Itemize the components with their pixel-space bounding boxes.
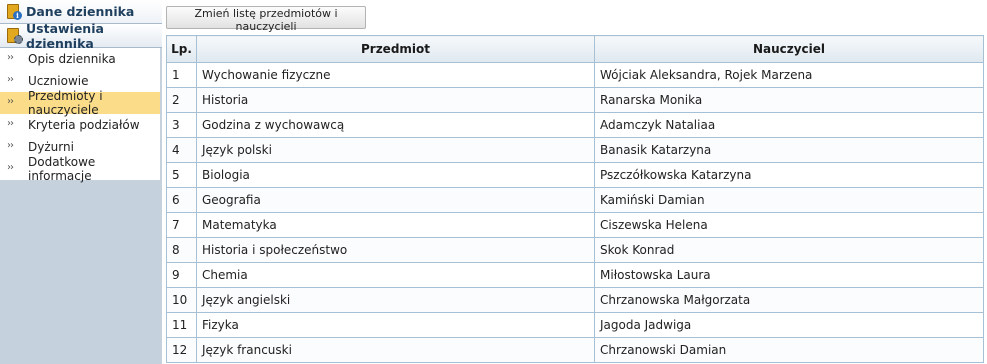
sidebar-item-label: Opis dziennika xyxy=(28,52,116,66)
change-subjects-teachers-button[interactable]: Zmień listę przedmiotów i nauczycieli xyxy=(166,6,366,33)
cell-subject: Język angielski xyxy=(196,287,595,313)
cell-lp: 2 xyxy=(166,87,197,113)
table-row[interactable]: 9 Chemia Miłostowska Laura xyxy=(166,262,984,288)
cell-teacher: Wójciak Aleksandra, Rojek Marzena xyxy=(594,62,984,88)
sidebar-item-label: Dodatkowe informacje xyxy=(28,155,96,183)
table-row[interactable]: 2 Historia Ranarska Monika xyxy=(166,87,984,113)
cell-lp: 4 xyxy=(166,137,197,163)
cell-lp: 3 xyxy=(166,112,197,138)
cell-teacher: Chrzanowska Małgorzata xyxy=(594,287,984,313)
cell-lp: 12 xyxy=(166,337,197,363)
cell-teacher: Ranarska Monika xyxy=(594,87,984,113)
cell-subject: Chemia xyxy=(196,262,595,288)
sidebar-header-label: Dane dziennika xyxy=(26,4,135,19)
cell-subject: Geografia xyxy=(196,187,595,213)
cell-subject: Język francuski xyxy=(196,337,595,363)
sidebar: i Dane dziennika Ustawienia dziennika ››… xyxy=(0,0,162,364)
cell-teacher: Skok Konrad xyxy=(594,237,984,263)
table-row[interactable]: 7 Matematyka Ciszewska Helena xyxy=(166,212,984,238)
cell-lp: 8 xyxy=(166,237,197,263)
cell-lp: 7 xyxy=(166,212,197,238)
cell-teacher: Miłostowska Laura xyxy=(594,262,984,288)
table-row[interactable]: 5 Biologia Pszczółkowska Katarzyna xyxy=(166,162,984,188)
table-row[interactable]: 11 Fizyka Jagoda Jadwiga xyxy=(166,312,984,338)
sidebar-item-opis-dziennika[interactable]: ›› Opis dziennika xyxy=(0,48,160,70)
column-header-nauczyciel[interactable]: Nauczyciel xyxy=(594,35,984,63)
table-row[interactable]: 1 Wychowanie fizyczne Wójciak Aleksandra, … xyxy=(166,62,984,88)
double-chevron-right-icon: ›› xyxy=(7,52,14,63)
cell-teacher: Ciszewska Helena xyxy=(594,212,984,238)
cell-lp: 9 xyxy=(166,262,197,288)
cell-subject: Matematyka xyxy=(196,212,595,238)
cell-subject: Język polski xyxy=(196,137,595,163)
double-chevron-right-icon: ›› xyxy=(7,96,14,107)
table-header-row: Lp. Przedmiot Nauczyciel xyxy=(166,35,984,63)
cell-teacher: Chrzanowski Damian xyxy=(594,337,984,363)
cell-teacher: Adamczyk Nataliaa xyxy=(594,112,984,138)
double-chevron-right-icon: ›› xyxy=(7,140,14,151)
journal-settings-icon xyxy=(7,28,23,44)
sidebar-header-label: Ustawienia dziennika xyxy=(26,20,104,51)
sidebar-menu: ›› Opis dziennika ›› Uczniowie ›› Przedm… xyxy=(0,48,160,183)
table-row[interactable]: 12 Język francuski Chrzanowski Damian xyxy=(166,337,984,363)
table-row[interactable]: 3 Godzina z wychowawcą Adamczyk Nataliaa xyxy=(166,112,984,138)
double-chevron-right-icon: ›› xyxy=(7,162,14,173)
table-row[interactable]: 4 Język polski Banasik Katarzyna xyxy=(166,137,984,163)
cell-subject: Biologia xyxy=(196,162,595,188)
cell-lp: 5 xyxy=(166,162,197,188)
cell-subject: Historia xyxy=(196,87,595,113)
column-header-przedmiot[interactable]: Przedmiot xyxy=(196,35,595,63)
cell-subject: Fizyka xyxy=(196,312,595,338)
cell-lp: 1 xyxy=(166,62,197,88)
sidebar-item-dodatkowe-informacje[interactable]: ›› Dodatkowe informacje xyxy=(0,155,160,183)
sidebar-item-kryteria-podzialow[interactable]: ›› Kryteria podziałów xyxy=(0,114,160,136)
sidebar-item-label: Kryteria podziałów xyxy=(28,118,140,132)
table-row[interactable]: 10 Język angielski Chrzanowska Małgorzata xyxy=(166,287,984,313)
sidebar-item-label: Uczniowie xyxy=(28,74,89,88)
cell-teacher: Banasik Katarzyna xyxy=(594,137,984,163)
cell-subject: Godzina z wychowawcą xyxy=(196,112,595,138)
sidebar-header-ustawienia-dziennika[interactable]: Ustawienia dziennika xyxy=(0,20,162,51)
sidebar-item-label: Dyżurni xyxy=(28,140,74,154)
double-chevron-right-icon: ›› xyxy=(7,74,14,85)
journal-info-icon: i xyxy=(7,4,22,20)
column-header-lp[interactable]: Lp. xyxy=(166,35,197,63)
sidebar-item-label: Przedmioty i nauczyciele xyxy=(28,89,103,117)
cell-lp: 6 xyxy=(166,187,197,213)
subjects-teachers-table: Lp. Przedmiot Nauczyciel 1 Wychowanie fiz… xyxy=(166,35,984,363)
cell-subject: Wychowanie fizyczne xyxy=(196,62,595,88)
sidebar-item-przedmioty-i-nauczyciele[interactable]: ›› Przedmioty i nauczyciele xyxy=(0,89,160,117)
cell-lp: 11 xyxy=(166,312,197,338)
cell-teacher: Jagoda Jadwiga xyxy=(594,312,984,338)
cell-teacher: Kamiński Damian xyxy=(594,187,984,213)
cell-teacher: Pszczółkowska Katarzyna xyxy=(594,162,984,188)
cell-subject: Historia i społeczeństwo xyxy=(196,237,595,263)
table-row[interactable]: 8 Historia i społeczeństwo Skok Konrad xyxy=(166,237,984,263)
table-row[interactable]: 6 Geografia Kamiński Damian xyxy=(166,187,984,213)
double-chevron-right-icon: ›› xyxy=(7,118,14,129)
cell-lp: 10 xyxy=(166,287,197,313)
